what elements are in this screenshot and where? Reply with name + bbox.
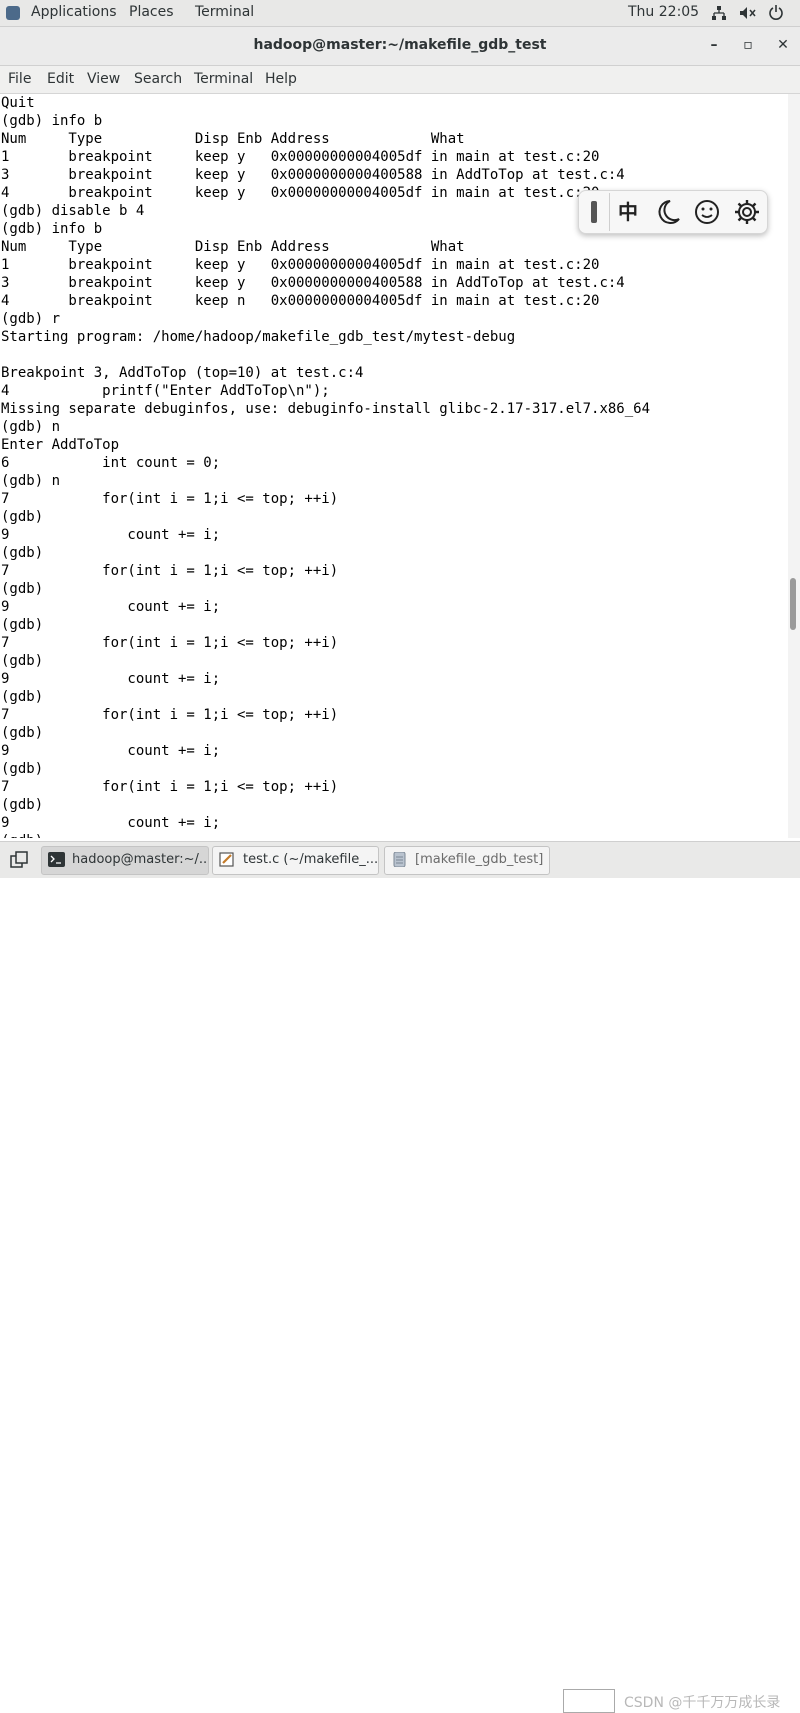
gear-icon[interactable] [734, 197, 760, 227]
ime-toolbar: 中 [578, 190, 768, 234]
window-titlebar[interactable]: hadoop@master:~/makefile_gdb_test – ▫ ✕ [0, 27, 800, 66]
terminal-line: Quit [1, 95, 35, 111]
terminal-line: 1 breakpoint keep y 0x00000000004005df i… [1, 257, 600, 273]
terminal-line: (gdb) n [1, 473, 61, 489]
terminal-line: Breakpoint 3, AddToTop (top=10) at test.… [1, 365, 364, 381]
drag-handle-icon[interactable] [591, 201, 597, 223]
menu-help[interactable]: Help [265, 71, 297, 87]
terminal-line: 7 for(int i = 1;i <= top; ++i) [1, 707, 339, 723]
terminal-line: 1 breakpoint keep y 0x00000000004005df i… [1, 149, 600, 165]
clock[interactable]: Thu 22:05 [628, 4, 699, 20]
terminal-line: (gdb) r [1, 311, 61, 327]
terminal-line: 3 breakpoint keep y 0x0000000000400588 i… [1, 275, 625, 291]
terminal-line: 9 count += i; [1, 599, 221, 615]
close-button[interactable]: ✕ [773, 35, 793, 55]
scrollbar-track[interactable] [788, 94, 800, 838]
applications-icon[interactable] [6, 6, 20, 20]
terminal-line: (gdb) info b [1, 113, 103, 129]
terminal-icon [48, 852, 65, 867]
terminal-line: 9 count += i; [1, 815, 221, 831]
terminal-line: (gdb) [1, 509, 44, 525]
terminal-line: (gdb) [1, 689, 44, 705]
taskbar: hadoop@master:~/... test.c (~/makefile_.… [0, 841, 800, 1713]
task-label: [makefile_gdb_test] [415, 852, 544, 867]
task-label: hadoop@master:~/... [72, 852, 209, 867]
terminal-line: (gdb) [1, 653, 44, 669]
emoji-icon[interactable] [694, 197, 720, 227]
terminal-line: Num Type Disp Enb Address What [1, 239, 465, 255]
terminal-line: (gdb) [1, 832, 43, 838]
menubar: File Edit View Search Terminal Help [0, 66, 800, 94]
terminal-line: (gdb) info b [1, 221, 103, 237]
file-manager-icon [393, 852, 406, 867]
terminal-line: Starting program: /home/hadoop/makefile_… [1, 329, 516, 345]
chinese-mode-button[interactable]: 中 [615, 197, 641, 227]
applications-menu[interactable]: Applications [31, 4, 117, 20]
power-icon[interactable] [768, 4, 784, 21]
terminal-line: 7 for(int i = 1;i <= top; ++i) [1, 779, 339, 795]
terminal-line: 6 int count = 0; [1, 455, 221, 471]
watermark: CSDN @千千万万成长录 [624, 1695, 781, 1711]
menu-view[interactable]: View [87, 71, 120, 87]
scrollbar-thumb[interactable] [790, 578, 796, 630]
terminal-line: 9 count += i; [1, 743, 221, 759]
menu-file[interactable]: File [8, 71, 31, 87]
terminal-line: (gdb) [1, 617, 44, 633]
terminal-line: 3 breakpoint keep y 0x0000000000400588 i… [1, 167, 625, 183]
moon-icon[interactable] [655, 197, 681, 227]
ime-divider [609, 193, 610, 231]
terminal-line: (gdb) disable b 4 [1, 203, 145, 219]
terminal-line: Missing separate debuginfos, use: debugi… [1, 401, 651, 417]
terminal-app-menu[interactable]: Terminal [195, 4, 254, 20]
window-title: hadoop@master:~/makefile_gdb_test [253, 37, 547, 53]
terminal-line: Enter AddToTop [1, 437, 120, 453]
minimize-button[interactable]: – [704, 35, 724, 55]
workspace-switcher[interactable] [563, 1689, 615, 1713]
task-file-manager[interactable]: [makefile_gdb_test] [384, 846, 550, 875]
terminal-line: 9 count += i; [1, 671, 221, 687]
terminal-line: (gdb) n [1, 419, 61, 435]
terminal-line: (gdb) [1, 545, 44, 561]
terminal-line: (gdb) [1, 761, 44, 777]
show-desktop-icon[interactable] [10, 851, 28, 869]
terminal-line: 7 for(int i = 1;i <= top; ++i) [1, 563, 339, 579]
terminal-line: 4 printf("Enter AddToTop\n"); [1, 383, 330, 399]
task-terminal[interactable]: hadoop@master:~/... [41, 846, 209, 875]
terminal-line: 4 breakpoint keep y 0x00000000004005df i… [1, 185, 600, 201]
places-menu[interactable]: Places [129, 4, 174, 20]
volume-icon[interactable] [739, 5, 757, 21]
terminal-line: 4 breakpoint keep n 0x00000000004005df i… [1, 293, 600, 309]
terminal-line: 7 for(int i = 1;i <= top; ++i) [1, 635, 339, 651]
task-editor[interactable]: test.c (~/makefile_... [212, 846, 379, 875]
menu-search[interactable]: Search [134, 71, 182, 87]
terminal-line: 9 count += i; [1, 527, 221, 543]
editor-icon [219, 852, 234, 867]
terminal-line: 7 for(int i = 1;i <= top; ++i) [1, 491, 339, 507]
terminal-line: Num Type Disp Enb Address What [1, 131, 465, 147]
terminal-line: (gdb) [1, 581, 44, 597]
top-panel: Applications Places Terminal Thu 22:05 [0, 0, 800, 27]
task-label: test.c (~/makefile_... [243, 852, 379, 867]
menu-terminal[interactable]: Terminal [194, 71, 253, 87]
terminal-line: (gdb) [1, 797, 44, 813]
terminal-line: (gdb) [1, 725, 44, 741]
maximize-button[interactable]: ▫ [738, 35, 758, 55]
network-icon[interactable] [711, 5, 727, 21]
menu-edit[interactable]: Edit [47, 71, 74, 87]
